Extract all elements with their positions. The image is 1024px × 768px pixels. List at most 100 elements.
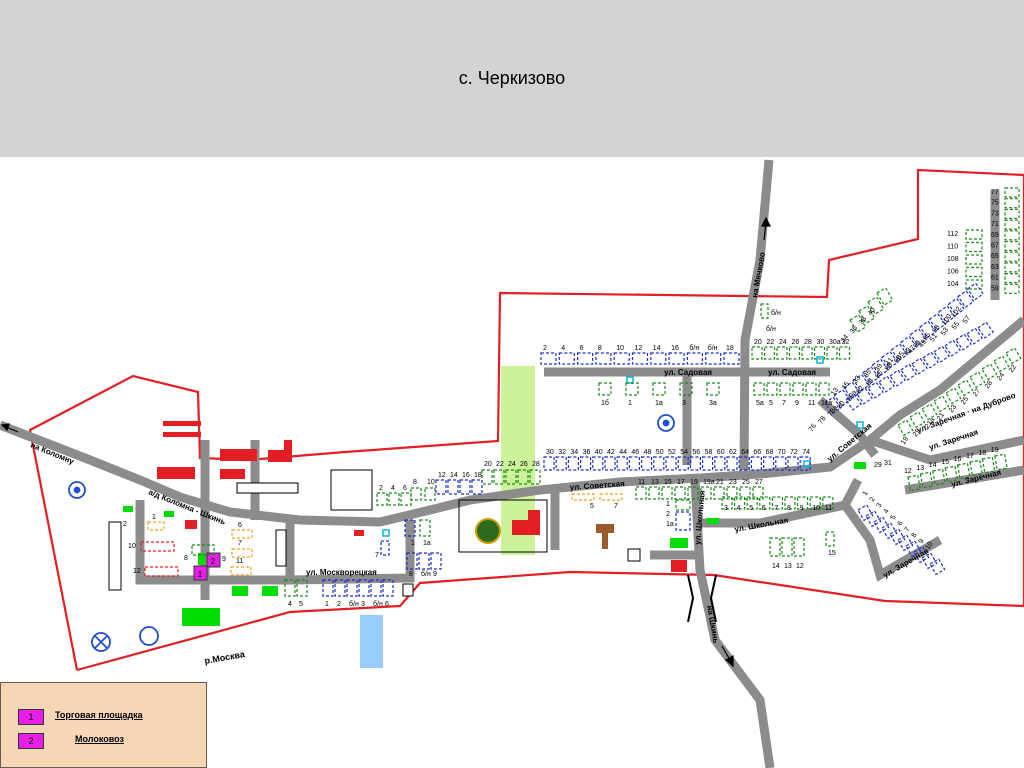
house-number: 3 (724, 505, 728, 512)
house (635, 486, 647, 500)
house-number: 30 (546, 449, 554, 456)
house-number: 3 (876, 502, 884, 509)
house-number: 52 (668, 449, 676, 456)
house (579, 456, 592, 471)
house-number: 59 (991, 285, 999, 292)
house (410, 487, 422, 501)
house-number: 6 (403, 485, 407, 492)
house (897, 419, 914, 437)
house-number: 11 (236, 558, 243, 565)
house-number: 1 (862, 490, 870, 497)
house-number: 12 (133, 568, 141, 575)
house (818, 382, 830, 396)
house (762, 456, 775, 471)
house (640, 456, 653, 471)
house-number: 26 (520, 461, 528, 468)
house-number: 36 (583, 449, 591, 456)
house (993, 355, 1010, 373)
house (616, 456, 628, 471)
house (701, 456, 714, 471)
house (430, 552, 442, 570)
house-number: 76 (808, 423, 818, 433)
house-number: 14 (772, 563, 780, 570)
house-number: 48 (644, 449, 652, 456)
house-number: 22 (767, 339, 775, 346)
house (705, 352, 722, 365)
house-number: 34 (570, 449, 578, 456)
house-number: 7 (782, 400, 786, 407)
house (1004, 219, 1020, 230)
house (599, 493, 623, 501)
house-number: 51 (929, 333, 939, 343)
house-number: 8 (409, 571, 413, 578)
house-number: 1 (628, 400, 632, 407)
house-number: 2 (666, 511, 670, 518)
house (376, 492, 388, 506)
house-number: 1а (655, 400, 663, 407)
house-number: 9 (222, 556, 226, 563)
house-number: 5 (890, 514, 898, 521)
house-number: 73 (991, 210, 999, 217)
house (781, 537, 793, 557)
house-number: 13 (830, 387, 840, 397)
house-number: 54 (680, 449, 688, 456)
label-moskvoretskaya: ул. Москворецкая (306, 568, 377, 577)
house-number: 5 (769, 400, 773, 407)
house (540, 352, 557, 365)
house (1004, 262, 1020, 273)
road-north (739, 159, 774, 471)
house (628, 456, 641, 471)
house-number: 69 (991, 232, 999, 239)
house-number: 1а (666, 521, 674, 528)
house-number: 11 (808, 400, 815, 407)
house (576, 352, 594, 365)
house-number: 12 (904, 468, 912, 475)
house-number: 70 (778, 449, 786, 456)
house (674, 486, 686, 500)
house (779, 382, 791, 396)
house-number: 13 (784, 563, 792, 570)
house-number: 22 (496, 461, 504, 468)
house (653, 456, 665, 471)
house-number: 40 (595, 449, 603, 456)
house-number: 19 (900, 436, 910, 446)
house-number: 22 (1008, 364, 1018, 374)
house-number: 63 (991, 264, 999, 271)
house (567, 456, 580, 471)
house-number: 15 (941, 459, 949, 466)
house-number: 2 (123, 521, 127, 528)
house (675, 499, 691, 511)
house-number: 7 (375, 552, 379, 559)
house (706, 382, 720, 396)
house-number: б/н (708, 344, 718, 352)
pond (360, 615, 383, 668)
legend-marker-1: 1 (18, 709, 44, 725)
house (668, 352, 685, 365)
house-number: 58 (705, 449, 713, 456)
house-number: 2 (869, 496, 877, 503)
house-number: 44 (619, 449, 627, 456)
village-map[interactable]: 1 2 а/д Коломна - Шкинь на Коломну на Мя… (0, 0, 1024, 768)
house-number: 112 (947, 231, 958, 238)
house (625, 382, 639, 396)
house (788, 346, 801, 360)
house (793, 537, 805, 557)
house-number: 16 (954, 456, 962, 463)
house-number: 8 (413, 479, 417, 486)
house-number: 17 (966, 453, 974, 460)
house-number: 5 (299, 601, 303, 608)
house (957, 379, 974, 397)
house-number: 50 (656, 449, 664, 456)
house-number: 4 (561, 345, 565, 352)
house-number: б/н (421, 570, 431, 578)
house-number: 24 (508, 461, 516, 468)
house-number: 78 (817, 415, 827, 425)
house (648, 486, 660, 500)
house (665, 456, 677, 471)
house (1004, 273, 1020, 284)
house-number: 1б (601, 399, 609, 407)
direction-arrows (0, 216, 771, 668)
house (750, 456, 763, 471)
house (966, 282, 984, 301)
house (543, 456, 555, 471)
